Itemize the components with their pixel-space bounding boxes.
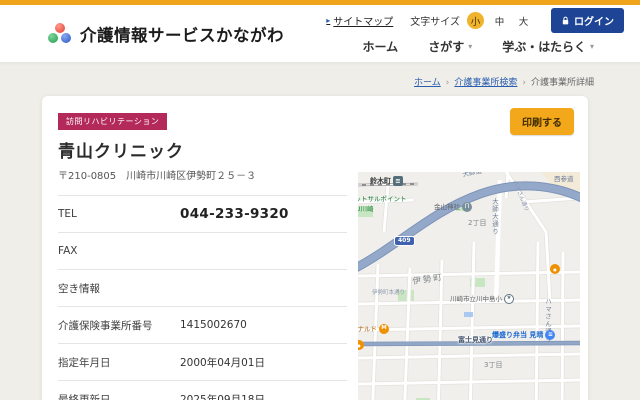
route-shield: 409 (394, 236, 415, 246)
font-size-medium-button[interactable]: 中 (491, 12, 508, 29)
logo-icon (48, 23, 73, 44)
detail-label: 最終更新日 (58, 393, 111, 400)
map-label-text: 西参道 (554, 175, 574, 183)
detail-label: TEL (58, 208, 77, 220)
font-size-small-button[interactable]: 小 (467, 12, 484, 29)
map-label-poi-green: フットサルポイント (358, 196, 407, 203)
breadcrumb-separator: › (445, 78, 450, 88)
facility-detail-card: 訪問リハビリテーション 印刷する 青山クリニック 〒210-0805 川崎市川崎… (42, 96, 588, 400)
detail-label: 空き情報 (58, 282, 100, 295)
map-label-text: 金山神社 (434, 202, 460, 211)
shrine-icon: Π (462, 202, 472, 212)
map-label-text: 伊勢町本通り (372, 290, 406, 296)
map-label-poi-blue: 爆盛り弁当 見晴 ≡ (492, 330, 556, 340)
map-label-text: フットサルポイント (358, 195, 407, 203)
chevron-right-icon: ▸ (326, 16, 331, 25)
detail-label: 介護保険事業所番号 (58, 319, 153, 332)
map-label-text: マクドナルド (358, 324, 377, 333)
map-label-text: 2丁目 (468, 219, 487, 227)
category-badge: 訪問リハビリテーション (58, 113, 168, 130)
map-label-area: 2丁目 (468, 220, 486, 227)
map-label-road: 西参道 (554, 176, 574, 183)
map-label-road-small: 伊勢町本通り (372, 290, 406, 297)
map[interactable]: 鈴木町≡大師道西参道フットサルポイントALU川崎金山神社Π409大師大通り2丁目… (358, 172, 580, 400)
map-label-text: 富士見通り (458, 336, 493, 344)
map-label-road-on: 富士見通り (458, 337, 493, 344)
breadcrumb-home[interactable]: ホーム (414, 78, 441, 88)
sitemap-label: サイトマップ (333, 17, 394, 28)
site-logo[interactable]: 介護情報サービスかながわ (48, 22, 284, 46)
detail-value: 044-233-9320 (180, 206, 289, 222)
detail-value: 2000年04月01日 (180, 356, 265, 369)
map-label-text: ALU川崎 (358, 205, 374, 213)
nav-home[interactable]: ホーム (363, 38, 399, 55)
login-button[interactable]: ログイン (551, 8, 624, 33)
breadcrumb-separator: › (522, 78, 526, 88)
map-label-station: 鈴木町 ≡ (370, 176, 403, 186)
detail-row: 指定年月日 2000年04月01日 (58, 343, 347, 380)
food-icon: M (379, 324, 389, 334)
restaurant-icon: ● (550, 264, 560, 274)
chevron-down-icon: ▾ (589, 42, 594, 51)
map-label-road-vertical: 大師大通り (490, 198, 499, 236)
site-header: 介護情報サービスかながわ ▸ サイトマップ 文字サイズ 小 中 大 ログイン ホー… (0, 5, 640, 63)
header-right: ▸ サイトマップ 文字サイズ 小 中 大 ログイン ホーム さがす ▾ 学ぶ・はたら… (326, 6, 640, 61)
main-nav: ホーム さがす ▾ 学ぶ・はたらく ▾ (363, 38, 624, 61)
detail-value: 2025年09月18日 (180, 393, 265, 400)
detail-label: 指定年月日 (58, 356, 111, 369)
station-icon: ≡ (393, 176, 403, 186)
print-button[interactable]: 印刷する (510, 108, 574, 135)
map-label-text: 3丁目 (484, 361, 503, 369)
lock-icon (562, 16, 569, 25)
detail-row: FAX (58, 232, 347, 269)
map-label-text: 鈴木町 (370, 176, 391, 185)
nav-learn[interactable]: 学ぶ・はたらく ▾ (502, 38, 594, 55)
breadcrumb-search[interactable]: 介護事業所検索 (454, 78, 517, 88)
school-icon: ★ (504, 294, 514, 304)
map-label-poi-green: ALU川崎 (358, 206, 374, 213)
site-title: 介護情報サービスかながわ (80, 25, 284, 45)
breadcrumb: ホーム › 介護事業所検索 › 介護事業所詳細 (0, 75, 594, 88)
nav-search[interactable]: さがす ▾ (428, 38, 472, 55)
utility-bar: ▸ サイトマップ 文字サイズ 小 中 大 ログイン (326, 8, 624, 33)
detail-row: 空き情報 (58, 269, 347, 306)
map-label-poi-shrine: 金山神社 Π (434, 202, 472, 212)
detail-row: 最終更新日 2025年09月18日 (58, 380, 347, 400)
map-label-text: 爆盛り弁当 見晴 (492, 330, 544, 339)
map-label-poi-school: 川崎市立川中島小 ★ (450, 294, 514, 304)
map-label-area: 3丁目 (484, 362, 502, 369)
font-size-label: 文字サイズ (410, 17, 460, 28)
map-label-text: 大師大通り (490, 198, 499, 236)
sitemap-link[interactable]: ▸ サイトマップ (326, 13, 393, 28)
map-label-text: 川崎市立川中島小 (450, 294, 502, 303)
detail-row: TEL 044-233-9320 (58, 195, 347, 232)
detail-row: 介護保険事業所番号 1415002670 (58, 306, 347, 343)
login-label: ログイン (574, 17, 614, 28)
facility-details-table: TEL 044-233-9320 FAX 空き情報介護保険事業所番号 141500267… (58, 195, 347, 400)
facility-name: 青山クリニック (58, 142, 184, 162)
detail-value: 1415002670 (180, 319, 247, 331)
map-label-poi-orange: マクドナルドM (358, 324, 389, 334)
detail-label: FAX (58, 245, 78, 257)
bento-icon: ≡ (545, 330, 556, 340)
breadcrumb-current: 介護事業所詳細 (530, 78, 594, 88)
chevron-down-icon: ▾ (468, 42, 473, 51)
map-label-text: 409 (398, 237, 411, 244)
font-size-large-button[interactable]: 大 (515, 12, 532, 29)
